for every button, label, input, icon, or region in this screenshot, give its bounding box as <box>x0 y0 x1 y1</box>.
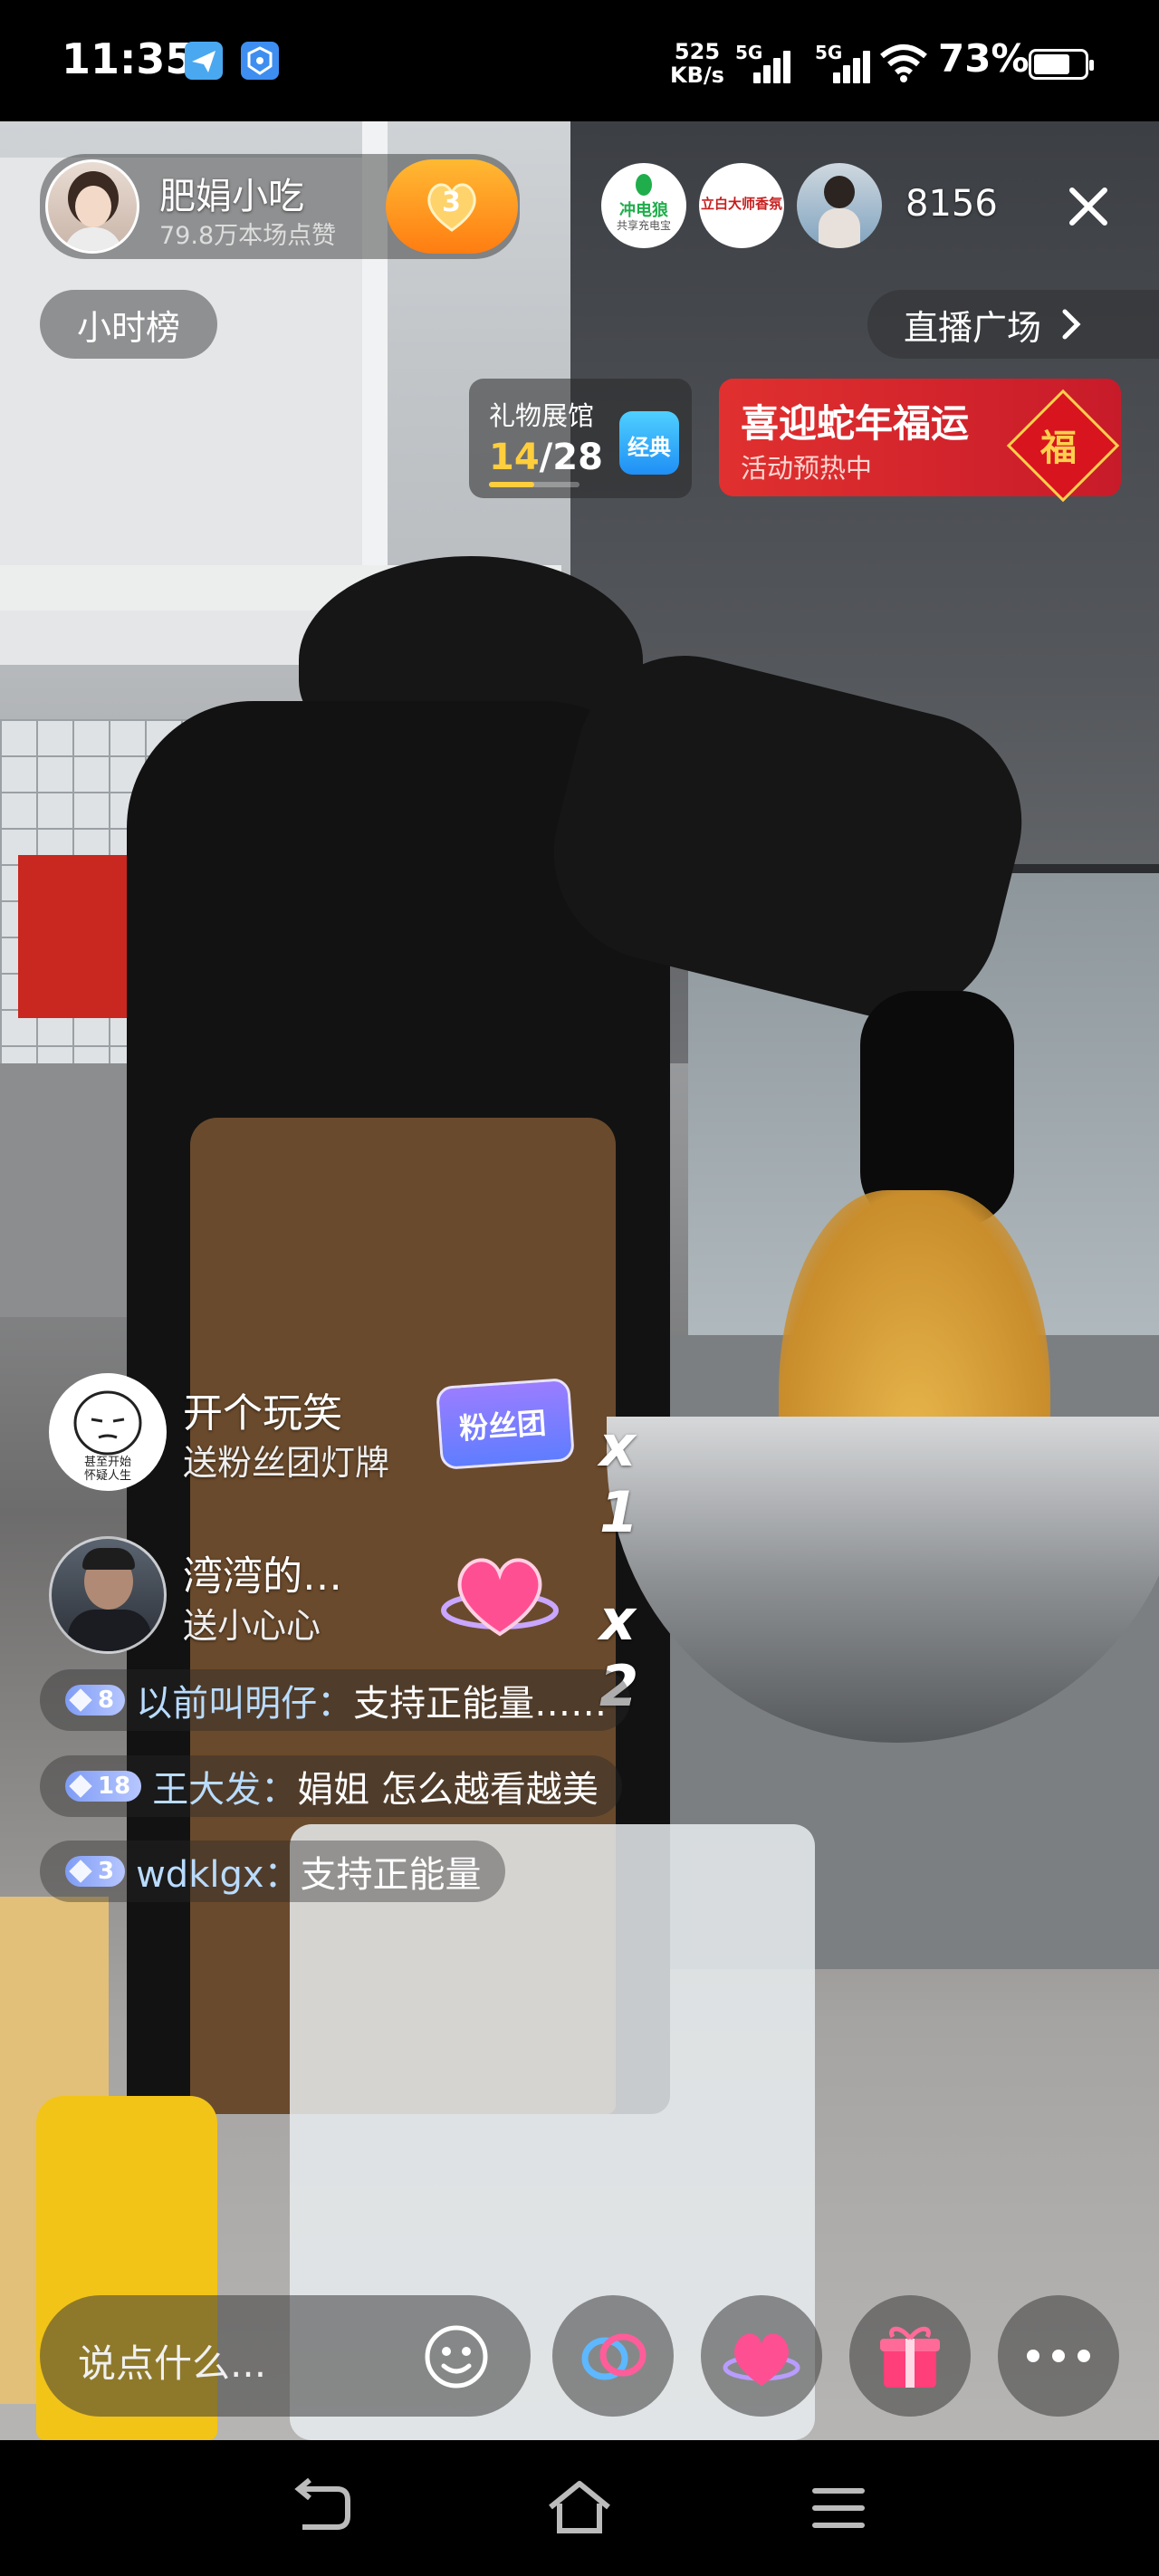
gift-hall-current: 14 <box>489 437 540 478</box>
chevron-right-icon <box>1062 309 1081 340</box>
battery-percent: 73% <box>938 36 1030 81</box>
system-nav-bar <box>0 2440 1159 2576</box>
gift-hall-badge-label: 经典 <box>627 435 671 460</box>
gift-user-name: 湾湾的… <box>183 1553 342 1600</box>
diamond-icon <box>69 1860 92 1883</box>
gift-hall-total: /28 <box>539 437 603 478</box>
signal-sim2-icon: 5G <box>815 42 870 83</box>
chat-text: 支持正能量…… <box>353 1683 608 1725</box>
network-speed-value: 525 <box>674 39 721 64</box>
fan-club-button[interactable]: 3 <box>386 159 518 254</box>
sponsor-2-name: 立白大师香氛 <box>700 196 782 212</box>
viewer-count[interactable]: 8156 <box>905 183 998 225</box>
paper-plane-icon <box>185 42 223 80</box>
leaf-icon <box>636 174 652 196</box>
wifi-icon <box>878 42 929 87</box>
network-speed: 525 KB/s <box>670 40 724 87</box>
gift-event-2: 湾湾的… 送小心心 x 2 <box>40 1527 674 1719</box>
festival-subtitle: 活动预热中 <box>741 453 873 484</box>
close-icon[interactable] <box>1061 179 1116 234</box>
recents-icon[interactable] <box>802 2476 875 2540</box>
sim1-label: 5G <box>735 42 763 63</box>
streamer-name: 肥娟小吃 <box>159 176 304 217</box>
gift-hall-progress-bar <box>489 482 580 487</box>
gift-user-avatar[interactable] <box>49 1536 167 1654</box>
chat-message-2[interactable]: 18 王大发： 娟姐 怎么越看越美 <box>40 1755 622 1817</box>
gift-count: x 1 <box>599 1413 639 1545</box>
comment-placeholder: 说点什么... <box>78 2341 267 2386</box>
viewer-avatar-3[interactable] <box>797 163 882 248</box>
user-level: 18 <box>98 1773 131 1800</box>
gift-hall-badge: 经典 <box>619 411 679 475</box>
heart-gift-button[interactable] <box>701 2295 822 2417</box>
user-level-badge: 8 <box>65 1685 126 1716</box>
shelf <box>0 1063 145 1317</box>
sponsor-avatar-1[interactable]: 冲电狼 共享充电宝 <box>601 163 686 248</box>
emoji-icon[interactable] <box>424 2324 489 2389</box>
avatar-caption-1: 甚至开始 <box>83 1456 131 1469</box>
gift-hall-title: 礼物展馆 <box>489 400 595 431</box>
chat-message-3[interactable]: 3 wdklgx： 支持正能量 <box>40 1841 505 1902</box>
sponsor-1-sub: 共享充电宝 <box>616 219 671 232</box>
gift-box-button[interactable] <box>849 2295 971 2417</box>
fan-badge-level: 3 <box>442 187 461 218</box>
gift-hall-progress: 14/28 <box>489 437 603 478</box>
network-speed-unit: KB/s <box>670 62 724 88</box>
gift-box-icon <box>880 2326 940 2388</box>
more-button[interactable] <box>998 2295 1119 2417</box>
link-mic-button[interactable] <box>552 2295 674 2417</box>
back-icon[interactable] <box>286 2476 359 2540</box>
gift-user-name: 开个玩笑 <box>183 1390 342 1437</box>
hour-rank-button[interactable]: 小时榜 <box>40 290 217 359</box>
signal-sim1-icon: 5G <box>735 42 790 83</box>
red-cloth <box>18 855 136 1018</box>
shield-app-icon <box>241 42 279 80</box>
chat-message-1[interactable]: 8 以前叫明仔： 支持正能量…… <box>40 1669 631 1731</box>
user-level: 8 <box>98 1687 115 1714</box>
gift-user-avatar[interactable]: 甚至开始 怀疑人生 <box>49 1373 167 1491</box>
home-icon[interactable] <box>543 2476 616 2540</box>
gift-hall-widget[interactable]: 礼物展馆 14/28 经典 <box>469 379 692 498</box>
sim2-label: 5G <box>815 42 843 63</box>
live-plaza-button[interactable]: 直播广场 <box>867 290 1159 359</box>
gift-action: 送粉丝团灯牌 <box>183 1443 390 1483</box>
heart-gift-icon <box>441 1558 559 1637</box>
heart-gift-icon <box>723 2333 800 2386</box>
chat-user: wdklgx： <box>136 1854 301 1896</box>
user-level: 3 <box>98 1858 115 1885</box>
gift-event-1: 甚至开始 怀疑人生 开个玩笑 送粉丝团灯牌 粉丝团 x 1 <box>40 1364 674 1545</box>
chat-text: 支持正能量 <box>300 1854 482 1896</box>
status-bar: 11:35 525 KB/s 5G 5G 73% <box>0 0 1159 121</box>
chat-user: 王大发： <box>152 1769 298 1811</box>
live-plaza-label: 直播广场 <box>904 307 1042 348</box>
festival-banner[interactable]: 喜迎蛇年福运 活动预热中 福 <box>719 379 1121 503</box>
diamond-icon <box>69 1688 92 1712</box>
chat-user: 以前叫明仔： <box>136 1683 354 1725</box>
status-time: 11:35 <box>62 34 195 83</box>
streamer-avatar[interactable] <box>45 159 139 254</box>
festival-title: 喜迎蛇年福运 <box>741 401 970 446</box>
user-level-badge: 18 <box>65 1771 142 1802</box>
streamer-likes: 79.8万本场点赞 <box>159 222 337 250</box>
more-icon <box>1027 2350 1090 2362</box>
fan-club-sign-label: 粉丝团 <box>457 1405 548 1447</box>
fu-char: 福 <box>1040 428 1077 469</box>
chat-text: 娟姐 怎么越看越美 <box>297 1769 599 1811</box>
link-mic-icon <box>581 2333 647 2380</box>
gift-action: 送小心心 <box>183 1606 321 1646</box>
diamond-icon <box>69 1774 92 1798</box>
fan-club-sign-icon: 粉丝团 <box>435 1377 576 1471</box>
avatar-caption-2: 怀疑人生 <box>83 1469 131 1483</box>
battery-icon <box>1029 49 1094 80</box>
hour-rank-label: 小时榜 <box>76 307 180 348</box>
sponsor-avatar-2[interactable]: 立白大师香氛 <box>699 163 784 248</box>
user-level-badge: 3 <box>65 1856 126 1887</box>
